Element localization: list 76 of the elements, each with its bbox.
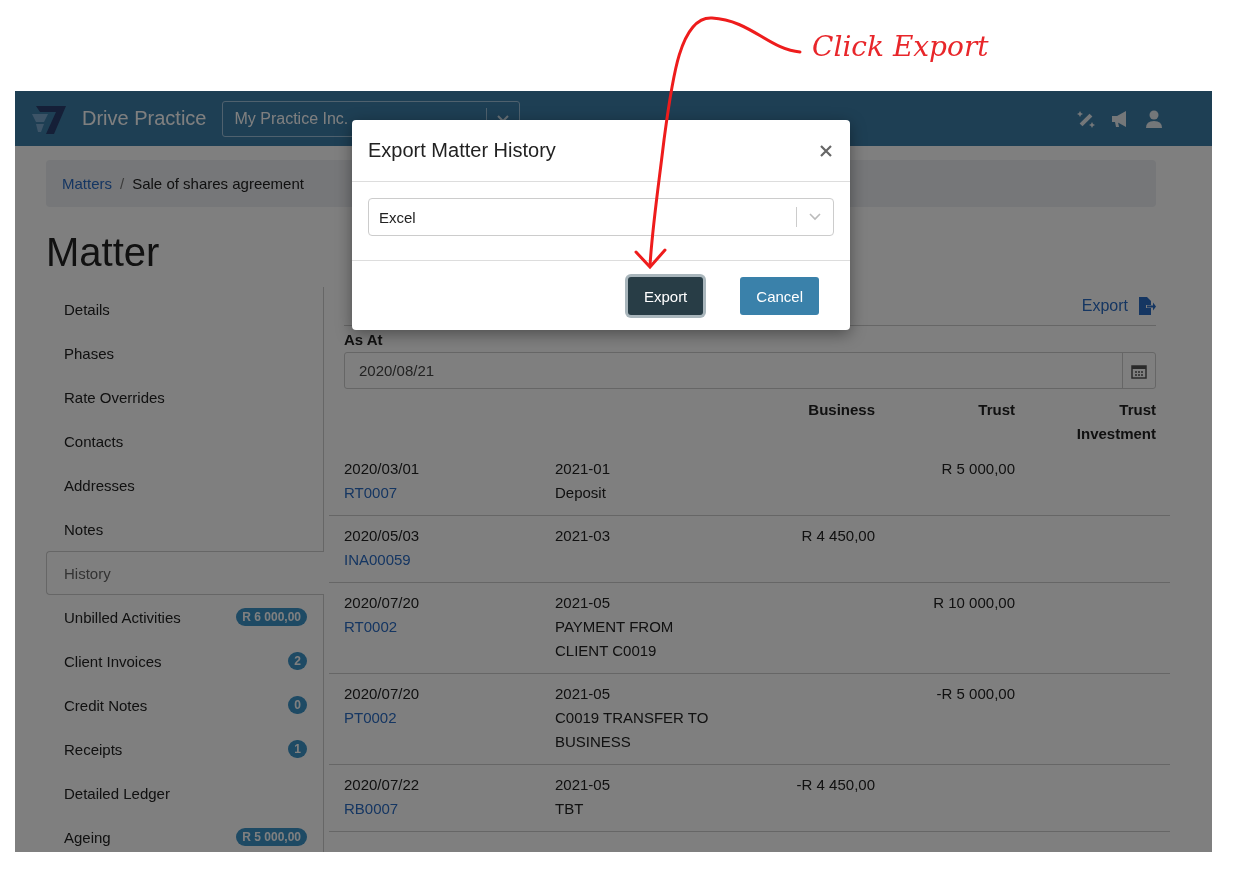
period-cell-text: 2021-05	[555, 593, 612, 613]
date-cell-text: 2020/07/20	[344, 684, 421, 704]
amount-cell: -R 5 000,00	[936, 685, 1015, 702]
as-at-date-field[interactable]: 2020/08/21	[344, 352, 1156, 389]
date-cell-text: 2020/07/22	[344, 775, 421, 795]
amount-cell: R 4 450,00	[801, 527, 875, 544]
dialog-title: Export Matter History	[368, 139, 557, 162]
description-cell-text: TBT	[555, 799, 585, 819]
sidebar-item[interactable]: Ageing R 5 000,00	[46, 815, 323, 852]
sidebar-item[interactable]: Phases	[46, 331, 323, 375]
period-cell-text: 2021-03	[555, 526, 612, 546]
reference-link[interactable]: PT0002	[344, 706, 397, 730]
sidebar-item[interactable]: Addresses	[46, 463, 323, 507]
description-cell-text: PAYMENT FROM CLIENT C0019	[555, 617, 675, 661]
brand-name: Drive Practice	[82, 107, 207, 130]
period-cell-text: 2021-05	[555, 775, 612, 795]
sidebar-item-label: Details	[64, 300, 111, 318]
sidebar-item-label: Notes	[64, 520, 105, 538]
sidebar-item[interactable]: History	[46, 551, 324, 595]
description-cell-text: Deposit	[555, 483, 607, 503]
date-cell-text: 2020/07/20	[344, 593, 421, 613]
sidebar-item[interactable]: Detailed Ledger	[46, 771, 323, 815]
reference-link[interactable]: RT0002	[344, 615, 398, 639]
date-cell-text: 2020/03/01	[344, 459, 421, 479]
count-badge: 0	[288, 696, 307, 714]
sidebar-item[interactable]: Receipts 1	[46, 727, 323, 771]
breadcrumb-link[interactable]: Matters	[62, 175, 112, 192]
count-badge: 1	[288, 740, 307, 758]
close-button[interactable]	[818, 142, 834, 159]
as-at-label: As At	[344, 331, 384, 348]
sidebar-item[interactable]: Details	[46, 287, 323, 331]
sidebar-item-label: Contacts	[64, 432, 125, 450]
page-title: Matter	[46, 229, 161, 275]
column-header: Trust Investment	[1075, 400, 1156, 444]
sidebar-item-label: Ageing	[64, 828, 112, 846]
sidebar-item-label: History	[64, 564, 112, 582]
calendar-icon[interactable]	[1131, 362, 1147, 379]
column-header: Business	[808, 400, 875, 420]
sidebar-item-label: Credit Notes	[64, 696, 149, 714]
period-cell-text: 2021-05	[555, 684, 612, 704]
date-cell-text: 2020/05/03	[344, 526, 421, 546]
sidebar-item-label: Unbilled Activities	[64, 608, 182, 626]
sidebar-item[interactable]: Contacts	[46, 419, 323, 463]
reference-link[interactable]: RB0007	[344, 797, 399, 821]
cancel-button[interactable]: Cancel	[740, 277, 819, 315]
breadcrumb-separator: /	[120, 175, 125, 192]
amount-cell: -R 4 450,00	[796, 776, 875, 793]
file-export-icon[interactable]	[1138, 297, 1156, 315]
amount-cell: R 5 000,00	[941, 460, 1015, 477]
count-badge: R 6 000,00	[236, 608, 307, 626]
count-badge: 2	[288, 652, 307, 670]
format-select[interactable]: Excel	[368, 198, 834, 236]
user-icon[interactable]	[1144, 108, 1164, 129]
sidebar-item-label: Client Invoices	[64, 652, 163, 670]
reference-link[interactable]: INA00059	[344, 548, 411, 572]
sidebar-item[interactable]: Rate Overrides	[46, 375, 323, 419]
reference-link[interactable]: RT0007	[344, 481, 398, 505]
export-link[interactable]: Export	[1081, 297, 1128, 315]
chevron-down-icon	[808, 212, 822, 222]
sidebar-item[interactable]: Notes	[46, 507, 323, 551]
sidebar-item-label: Receipts	[64, 740, 124, 758]
sidebar-item[interactable]: Credit Notes 0	[46, 683, 323, 727]
breadcrumb-current: Sale of shares agreement	[132, 175, 304, 192]
sidebar-item-label: Rate Overrides	[64, 388, 166, 406]
period-cell-text: 2021-01	[555, 459, 612, 479]
sidebar-item-label: Phases	[64, 344, 116, 362]
sidebar-item[interactable]: Client Invoices 2	[46, 639, 323, 683]
sidebar-item-label: Addresses	[64, 476, 136, 494]
sidebar-item[interactable]: Unbilled Activities R 6 000,00	[46, 595, 323, 639]
description-cell-text: C0019 TRANSFER TO BUSINESS	[555, 708, 710, 752]
amount-cell: R 10 000,00	[933, 594, 1015, 611]
annotation-text: Click Export	[812, 30, 989, 63]
count-badge: R 5 000,00	[236, 828, 307, 846]
sidebar-item-label: Detailed Ledger	[64, 784, 171, 802]
export-button[interactable]: Export	[627, 277, 704, 315]
column-header: Trust	[978, 400, 1015, 420]
